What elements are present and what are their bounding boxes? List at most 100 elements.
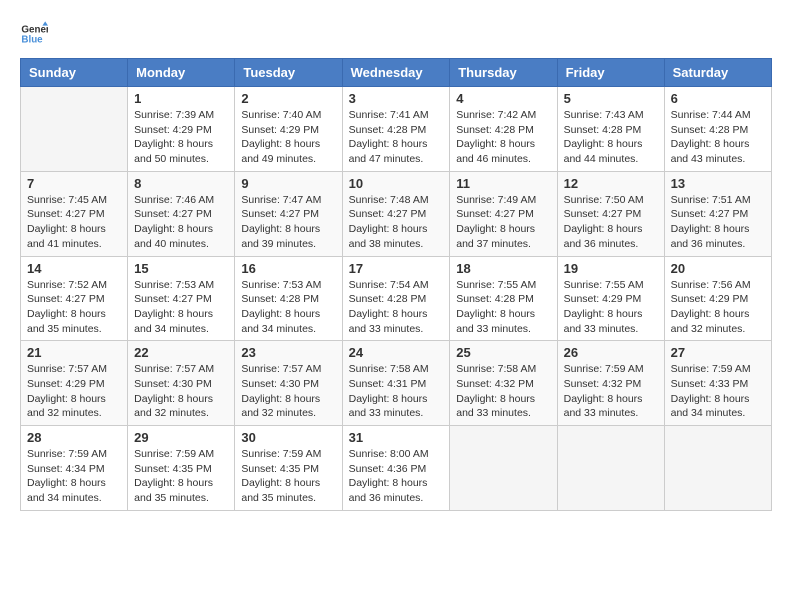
- day-info: Sunrise: 7:57 AM Sunset: 4:30 PM Dayligh…: [134, 362, 228, 421]
- day-number: 10: [349, 176, 444, 191]
- calendar-cell: 21 Sunrise: 7:57 AM Sunset: 4:29 PM Dayli…: [21, 341, 128, 426]
- day-info: Sunrise: 7:50 AM Sunset: 4:27 PM Dayligh…: [564, 193, 658, 252]
- calendar-cell: 12 Sunrise: 7:50 AM Sunset: 4:27 PM Dayli…: [557, 171, 664, 256]
- logo-icon: General Blue: [20, 20, 48, 48]
- day-info: Sunrise: 7:59 AM Sunset: 4:32 PM Dayligh…: [564, 362, 658, 421]
- calendar-cell: 10 Sunrise: 7:48 AM Sunset: 4:27 PM Dayli…: [342, 171, 450, 256]
- day-info: Sunrise: 7:41 AM Sunset: 4:28 PM Dayligh…: [349, 108, 444, 167]
- day-info: Sunrise: 7:54 AM Sunset: 4:28 PM Dayligh…: [349, 278, 444, 337]
- calendar-cell: 17 Sunrise: 7:54 AM Sunset: 4:28 PM Dayli…: [342, 256, 450, 341]
- day-info: Sunrise: 7:43 AM Sunset: 4:28 PM Dayligh…: [564, 108, 658, 167]
- calendar-cell: 23 Sunrise: 7:57 AM Sunset: 4:30 PM Dayli…: [235, 341, 342, 426]
- day-info: Sunrise: 7:57 AM Sunset: 4:30 PM Dayligh…: [241, 362, 335, 421]
- day-number: 19: [564, 261, 658, 276]
- calendar-cell: 29Sunrise: 7:59 AM Sunset: 4:35 PM Dayli…: [128, 426, 235, 511]
- weekday-header: Monday: [128, 59, 235, 87]
- day-info: Sunrise: 7:47 AM Sunset: 4:27 PM Dayligh…: [241, 193, 335, 252]
- calendar-cell: 16 Sunrise: 7:53 AM Sunset: 4:28 PM Dayli…: [235, 256, 342, 341]
- day-number: 31: [349, 430, 444, 445]
- weekday-header: Wednesday: [342, 59, 450, 87]
- calendar-cell: 1Sunrise: 7:39 AM Sunset: 4:29 PM Daylig…: [128, 87, 235, 172]
- day-number: 9: [241, 176, 335, 191]
- calendar-week-row: 14 Sunrise: 7:52 AM Sunset: 4:27 PM Dayli…: [21, 256, 772, 341]
- calendar-week-row: 1Sunrise: 7:39 AM Sunset: 4:29 PM Daylig…: [21, 87, 772, 172]
- calendar-cell: 7 Sunrise: 7:45 AM Sunset: 4:27 PM Daylig…: [21, 171, 128, 256]
- calendar-cell: [450, 426, 557, 511]
- day-info: Sunrise: 7:52 AM Sunset: 4:27 PM Dayligh…: [27, 278, 121, 337]
- calendar-cell: 15 Sunrise: 7:53 AM Sunset: 4:27 PM Dayli…: [128, 256, 235, 341]
- day-info: Sunrise: 7:56 AM Sunset: 4:29 PM Dayligh…: [671, 278, 765, 337]
- calendar-cell: 24Sunrise: 7:58 AM Sunset: 4:31 PM Dayli…: [342, 341, 450, 426]
- day-number: 4: [456, 91, 550, 106]
- calendar-cell: 22 Sunrise: 7:57 AM Sunset: 4:30 PM Dayli…: [128, 341, 235, 426]
- calendar-cell: [664, 426, 771, 511]
- calendar-cell: 19 Sunrise: 7:55 AM Sunset: 4:29 PM Dayli…: [557, 256, 664, 341]
- day-number: 21: [27, 345, 121, 360]
- day-number: 7: [27, 176, 121, 191]
- day-info: Sunrise: 7:53 AM Sunset: 4:28 PM Dayligh…: [241, 278, 335, 337]
- day-number: 27: [671, 345, 765, 360]
- day-number: 17: [349, 261, 444, 276]
- day-info: Sunrise: 7:44 AM Sunset: 4:28 PM Dayligh…: [671, 108, 765, 167]
- calendar-cell: 28Sunrise: 7:59 AM Sunset: 4:34 PM Dayli…: [21, 426, 128, 511]
- day-number: 23: [241, 345, 335, 360]
- calendar-cell: 4 Sunrise: 7:42 AM Sunset: 4:28 PM Daylig…: [450, 87, 557, 172]
- day-info: Sunrise: 8:00 AM Sunset: 4:36 PM Dayligh…: [349, 447, 444, 506]
- day-info: Sunrise: 7:48 AM Sunset: 4:27 PM Dayligh…: [349, 193, 444, 252]
- calendar-cell: 3 Sunrise: 7:41 AM Sunset: 4:28 PM Daylig…: [342, 87, 450, 172]
- day-info: Sunrise: 7:49 AM Sunset: 4:27 PM Dayligh…: [456, 193, 550, 252]
- calendar-cell: 25 Sunrise: 7:58 AM Sunset: 4:32 PM Dayli…: [450, 341, 557, 426]
- calendar-cell: 30Sunrise: 7:59 AM Sunset: 4:35 PM Dayli…: [235, 426, 342, 511]
- day-number: 28: [27, 430, 121, 445]
- day-info: Sunrise: 7:55 AM Sunset: 4:28 PM Dayligh…: [456, 278, 550, 337]
- weekday-header: Sunday: [21, 59, 128, 87]
- calendar-week-row: 7 Sunrise: 7:45 AM Sunset: 4:27 PM Daylig…: [21, 171, 772, 256]
- day-info: Sunrise: 7:58 AM Sunset: 4:32 PM Dayligh…: [456, 362, 550, 421]
- day-number: 5: [564, 91, 658, 106]
- day-info: Sunrise: 7:55 AM Sunset: 4:29 PM Dayligh…: [564, 278, 658, 337]
- day-number: 6: [671, 91, 765, 106]
- weekday-header: Thursday: [450, 59, 557, 87]
- calendar-table: SundayMondayTuesdayWednesdayThursdayFrid…: [20, 58, 772, 511]
- weekday-header: Friday: [557, 59, 664, 87]
- day-number: 14: [27, 261, 121, 276]
- day-number: 2: [241, 91, 335, 106]
- day-number: 11: [456, 176, 550, 191]
- day-info: Sunrise: 7:45 AM Sunset: 4:27 PM Dayligh…: [27, 193, 121, 252]
- weekday-header: Tuesday: [235, 59, 342, 87]
- day-number: 12: [564, 176, 658, 191]
- day-info: Sunrise: 7:51 AM Sunset: 4:27 PM Dayligh…: [671, 193, 765, 252]
- day-number: 8: [134, 176, 228, 191]
- calendar-cell: [557, 426, 664, 511]
- day-info: Sunrise: 7:46 AM Sunset: 4:27 PM Dayligh…: [134, 193, 228, 252]
- calendar-cell: 9 Sunrise: 7:47 AM Sunset: 4:27 PM Daylig…: [235, 171, 342, 256]
- calendar-week-row: 28Sunrise: 7:59 AM Sunset: 4:34 PM Dayli…: [21, 426, 772, 511]
- calendar-week-row: 21 Sunrise: 7:57 AM Sunset: 4:29 PM Dayli…: [21, 341, 772, 426]
- day-info: Sunrise: 7:39 AM Sunset: 4:29 PM Dayligh…: [134, 108, 228, 167]
- calendar-cell: 27 Sunrise: 7:59 AM Sunset: 4:33 PM Dayli…: [664, 341, 771, 426]
- day-info: Sunrise: 7:59 AM Sunset: 4:33 PM Dayligh…: [671, 362, 765, 421]
- calendar-cell: 8 Sunrise: 7:46 AM Sunset: 4:27 PM Daylig…: [128, 171, 235, 256]
- page-header: General Blue: [20, 20, 772, 48]
- calendar-cell: 31 Sunrise: 8:00 AM Sunset: 4:36 PM Dayli…: [342, 426, 450, 511]
- day-info: Sunrise: 7:59 AM Sunset: 4:35 PM Dayligh…: [241, 447, 335, 506]
- logo: General Blue: [20, 20, 52, 48]
- day-info: Sunrise: 7:59 AM Sunset: 4:35 PM Dayligh…: [134, 447, 228, 506]
- day-number: 3: [349, 91, 444, 106]
- day-number: 20: [671, 261, 765, 276]
- weekday-header: Saturday: [664, 59, 771, 87]
- day-number: 16: [241, 261, 335, 276]
- day-info: Sunrise: 7:58 AM Sunset: 4:31 PM Dayligh…: [349, 362, 444, 421]
- day-info: Sunrise: 7:53 AM Sunset: 4:27 PM Dayligh…: [134, 278, 228, 337]
- day-number: 13: [671, 176, 765, 191]
- calendar-cell: [21, 87, 128, 172]
- calendar-cell: 26 Sunrise: 7:59 AM Sunset: 4:32 PM Dayli…: [557, 341, 664, 426]
- day-number: 22: [134, 345, 228, 360]
- calendar-cell: 14 Sunrise: 7:52 AM Sunset: 4:27 PM Dayli…: [21, 256, 128, 341]
- day-number: 26: [564, 345, 658, 360]
- day-number: 15: [134, 261, 228, 276]
- day-info: Sunrise: 7:57 AM Sunset: 4:29 PM Dayligh…: [27, 362, 121, 421]
- calendar-cell: 13 Sunrise: 7:51 AM Sunset: 4:27 PM Dayli…: [664, 171, 771, 256]
- day-info: Sunrise: 7:42 AM Sunset: 4:28 PM Dayligh…: [456, 108, 550, 167]
- day-number: 25: [456, 345, 550, 360]
